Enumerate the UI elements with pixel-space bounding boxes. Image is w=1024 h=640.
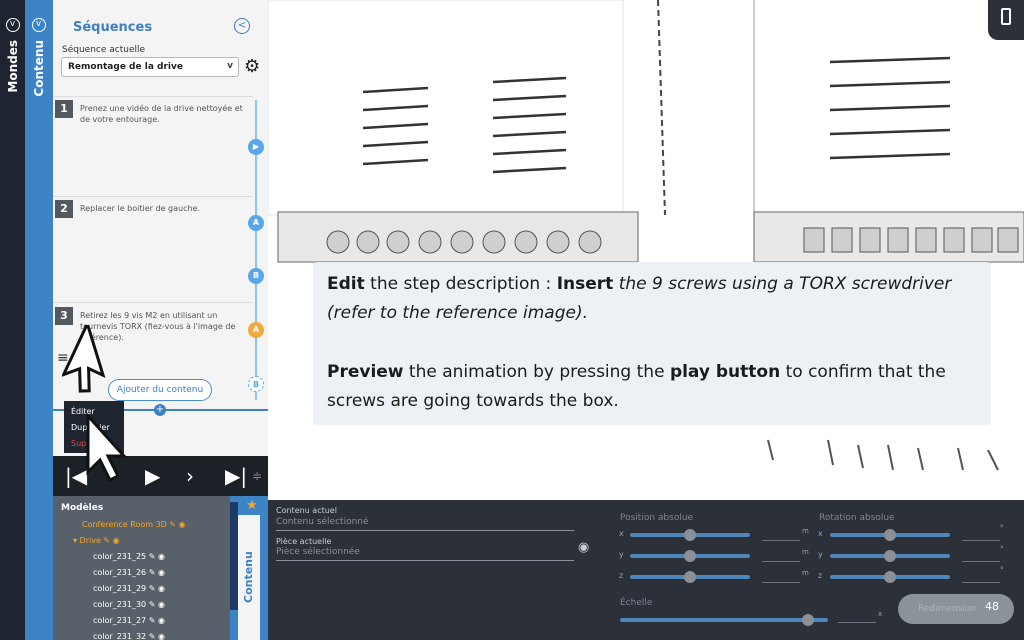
tree-item[interactable]: color_231_29 ✎ ◉	[93, 584, 165, 593]
unit-degree: °	[1000, 524, 1004, 532]
instruction-paragraph-1: Edit the step description : Insert the 9…	[327, 274, 952, 323]
instruction-paragraph-2: Preview the animation by pressing the pl…	[327, 362, 946, 411]
timeline-marker-a[interactable]: A	[248, 215, 264, 231]
add-content-button[interactable]: Ajouter du contenu	[108, 379, 212, 401]
sequence-select[interactable]: Remontage de la drive v	[61, 57, 239, 77]
axis-x: x	[619, 529, 624, 538]
unit-m: m	[802, 527, 809, 535]
tree-item[interactable]: color_231_26 ✎ ◉	[93, 568, 165, 577]
drag-handle-icon[interactable]: ≑	[252, 465, 262, 487]
cursor-arrow-icon	[62, 325, 106, 393]
tree-item[interactable]: color_231_27 ✎ ◉	[93, 616, 165, 625]
next-icon[interactable]: ›	[186, 465, 194, 487]
app-root: v Mondes v Contenu Séquences < Séquence …	[0, 0, 1024, 640]
drive-3d-model	[268, 0, 1024, 471]
timeline-marker-a-active[interactable]: A	[248, 322, 264, 338]
timeline-marker-b-pending[interactable]: B	[248, 376, 264, 392]
dynamic-content-label: Contenu Dynamique	[242, 543, 277, 613]
play-icon[interactable]: ▶	[145, 465, 160, 487]
step-number: 2	[55, 200, 73, 218]
step-number: 3	[55, 307, 73, 325]
scale-label: Échelle	[620, 598, 653, 608]
axis-y: y	[818, 550, 823, 559]
slider-knob[interactable]	[884, 529, 896, 541]
sequence-select-value: Remontage de la drive	[68, 62, 183, 72]
rotation-label: Rotation absolue	[819, 513, 895, 523]
chevron-left-icon[interactable]: <	[234, 18, 250, 34]
unit-m: m	[802, 548, 809, 556]
unit-x: x	[878, 610, 883, 618]
axis-z: z	[818, 571, 823, 580]
rotation-y-input[interactable]	[962, 561, 1000, 562]
tree-item[interactable]: Conference Room 3D ✎ ◉	[82, 520, 186, 529]
rotation-z-input[interactable]	[962, 582, 1000, 583]
timeline-marker-b[interactable]: B	[248, 268, 264, 284]
3d-viewport[interactable]	[268, 0, 1024, 500]
plus-icon[interactable]: +	[154, 404, 166, 416]
slider-knob[interactable]	[684, 571, 696, 583]
contenu-label: Contenu	[31, 40, 46, 97]
instruction-overlay: Edit the step description : Insert the 9…	[313, 262, 991, 425]
axis-y: y	[619, 550, 624, 559]
slider-knob[interactable]	[684, 529, 696, 541]
scrollbar[interactable]	[230, 502, 238, 610]
scale-input[interactable]	[838, 622, 876, 623]
current-sequence-label: Séquence actuelle	[62, 45, 146, 55]
position-z-input[interactable]	[762, 582, 800, 583]
tree-item[interactable]: color_231_32 ✎ ◉	[93, 632, 165, 640]
gear-icon[interactable]: ⚙	[244, 57, 260, 77]
axis-z: z	[619, 571, 624, 580]
camera-marker-icon[interactable]: ▶	[248, 139, 264, 155]
mondes-tab[interactable]: v Mondes	[0, 0, 25, 640]
divider	[53, 96, 253, 97]
divider	[53, 302, 253, 303]
position-y-input[interactable]	[762, 561, 800, 562]
current-piece-input[interactable]: Pièce sélectionnée	[276, 547, 574, 561]
unit-degree: °	[1000, 545, 1004, 553]
tree-item[interactable]: color_231_30 ✎ ◉	[93, 600, 165, 609]
mondes-label: Mondes	[5, 40, 20, 93]
current-content-label: Contenu actuel	[276, 506, 337, 515]
chevron-down-icon: v	[227, 61, 233, 71]
star-icon[interactable]: ★	[246, 498, 258, 513]
slider-knob[interactable]	[802, 614, 814, 626]
phone-icon	[1001, 8, 1011, 25]
models-title: Modèles	[61, 503, 104, 513]
divider	[53, 196, 253, 197]
rotation-x-input[interactable]	[962, 540, 1000, 541]
chevron-down-icon: v	[31, 18, 46, 32]
skip-forward-icon[interactable]: ▶|	[225, 465, 247, 487]
current-piece-label: Pièce actuelle	[276, 537, 332, 546]
slider-knob[interactable]	[684, 550, 696, 562]
chevron-down-icon: v	[5, 18, 20, 32]
step-text: Replacer le boitier de gauche.	[80, 204, 200, 213]
step-text: Prenez une vidéo de la drive nettoyée et…	[80, 104, 243, 124]
axis-x: x	[818, 529, 823, 538]
slider-knob[interactable]	[884, 571, 896, 583]
current-content-input[interactable]: Contenu sélectionné	[276, 517, 574, 531]
cursor-arrow-icon	[86, 412, 128, 483]
tree-item[interactable]: color_231_25 ✎ ◉	[93, 552, 165, 561]
eye-icon[interactable]: ◉	[578, 540, 589, 555]
unit-m: m	[802, 569, 809, 577]
unit-degree: °	[1000, 566, 1004, 574]
contenu-tab[interactable]: v Contenu	[25, 0, 53, 640]
position-label: Position absolue	[620, 513, 694, 523]
sequences-title: Séquences	[73, 20, 153, 35]
page-number: 48	[985, 600, 999, 613]
tree-item[interactable]: ▾ Drive ✎ ◉	[73, 536, 120, 545]
step-number: 1	[55, 100, 73, 118]
position-x-input[interactable]	[762, 540, 800, 541]
scale-slider[interactable]	[620, 618, 828, 622]
slider-knob[interactable]	[884, 550, 896, 562]
